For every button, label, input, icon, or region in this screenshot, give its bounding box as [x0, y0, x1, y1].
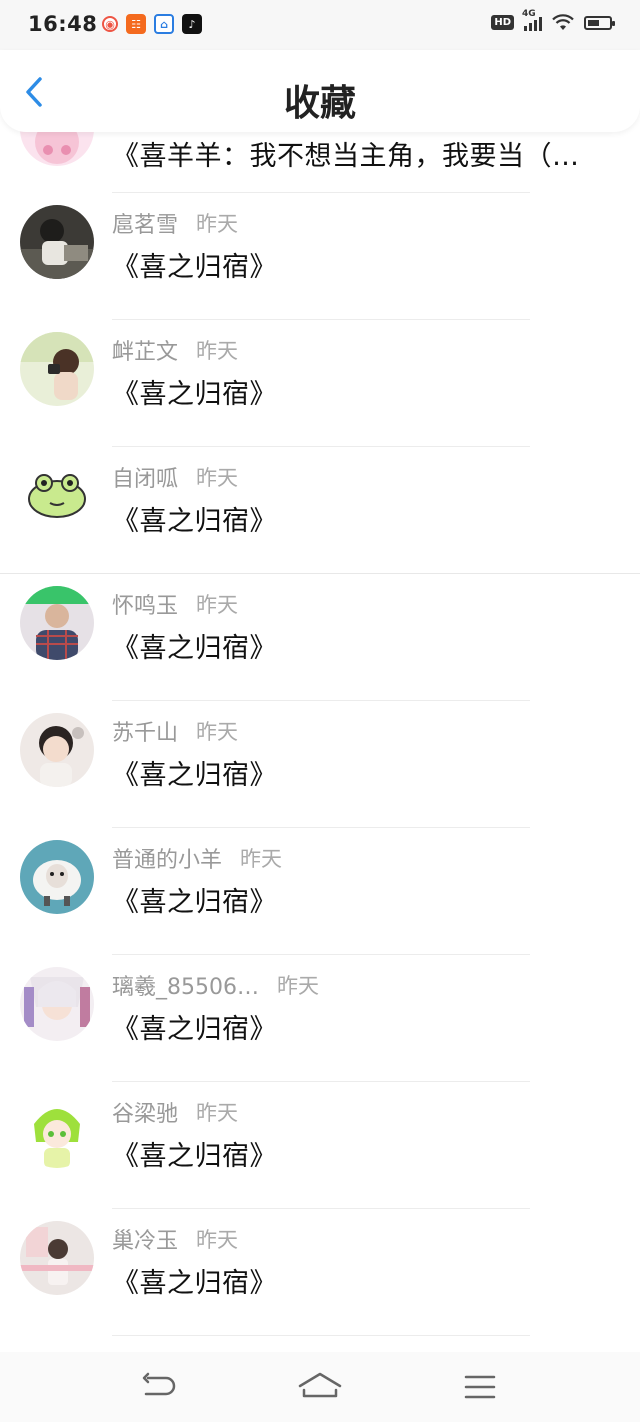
- list-item[interactable]: 衅芷文 昨天 《喜之归宿》: [0, 320, 640, 447]
- system-nav-bar: [0, 1352, 640, 1422]
- avatar[interactable]: [20, 967, 94, 1041]
- favorite-title: 《喜羊羊：我不想当主角，我要当（…: [112, 141, 580, 172]
- avatar[interactable]: [20, 840, 94, 914]
- network-type: 4G: [522, 8, 536, 19]
- favorite-title: 《喜之归宿》: [112, 1014, 277, 1045]
- battery-icon: [584, 15, 615, 30]
- tiktok-app-icon: ♪: [182, 14, 202, 34]
- wifi-icon: [552, 14, 574, 30]
- favorite-title: 《喜之归宿》: [112, 252, 277, 283]
- favorite-title: 《喜之归宿》: [112, 760, 277, 791]
- status-time: 16:48: [28, 12, 98, 36]
- author-name[interactable]: 巢冷玉: [112, 1223, 178, 1255]
- author-name[interactable]: 衅芷文: [112, 334, 178, 366]
- page-title: 收藏: [283, 83, 356, 124]
- nav-menu-button[interactable]: [458, 1370, 502, 1404]
- list-item[interactable]: 巢冷玉 昨天 《喜之归宿》: [0, 1209, 640, 1336]
- favorite-title: 《喜之归宿》: [112, 1141, 277, 1172]
- timestamp: 昨天: [196, 212, 239, 236]
- author-name[interactable]: 璃羲_85506…: [112, 969, 259, 1001]
- meta-row: 怀鸣玉 昨天: [112, 588, 238, 620]
- favorites-screen: 16:48 ◉ ☷ ⌂ ♪ HD 4G 收藏 《喜羊羊：我不想当主角，我要当（……: [0, 0, 640, 1422]
- nav-back-button[interactable]: [138, 1370, 182, 1404]
- avatar[interactable]: [20, 1221, 94, 1295]
- divider: [112, 1335, 530, 1336]
- avatar[interactable]: [20, 459, 94, 533]
- list-item[interactable]: 谷梁驰 昨天 《喜之归宿》: [0, 1082, 640, 1209]
- avatar[interactable]: [20, 1094, 94, 1168]
- timestamp: 昨天: [196, 466, 239, 490]
- list-item[interactable]: 璃羲_85506… 昨天 《喜之归宿》: [0, 955, 640, 1082]
- list-item[interactable]: 扈茗雪 昨天 《喜之归宿》: [0, 193, 640, 320]
- status-bar: 16:48 ◉ ☷ ⌂ ♪ HD 4G: [0, 0, 640, 50]
- meta-row: 谷梁驰 昨天: [112, 1096, 238, 1128]
- orange-app-icon: ☷: [126, 14, 146, 34]
- author-name[interactable]: 怀鸣玉: [112, 588, 178, 620]
- notification-icons: ◉ ☷ ⌂ ♪: [102, 14, 202, 34]
- favorite-title: 《喜之归宿》: [112, 506, 277, 537]
- favorite-title: 《喜之归宿》: [112, 633, 277, 664]
- hd-icon: HD: [491, 15, 514, 30]
- list-item[interactable]: 怀鸣玉 昨天 《喜之归宿》: [0, 574, 640, 701]
- avatar[interactable]: [20, 332, 94, 406]
- author-name[interactable]: 普通的小羊: [112, 842, 222, 874]
- meta-row: 普通的小羊 昨天: [112, 842, 282, 874]
- author-name[interactable]: 自闭呱: [112, 461, 178, 493]
- avatar[interactable]: [20, 586, 94, 660]
- meta-row: 巢冷玉 昨天: [112, 1223, 238, 1255]
- nav-home-button[interactable]: [298, 1370, 342, 1404]
- meta-row: 扈茗雪 昨天: [112, 207, 238, 239]
- system-icons: HD 4G: [491, 9, 615, 31]
- avatar[interactable]: [20, 205, 94, 279]
- timestamp: 昨天: [196, 593, 239, 617]
- timestamp: 昨天: [196, 1101, 239, 1125]
- meta-row: 自闭呱 昨天: [112, 461, 238, 493]
- timestamp: 昨天: [196, 339, 239, 363]
- favorite-title: 《喜之归宿》: [112, 379, 277, 410]
- author-name[interactable]: 扈茗雪: [112, 207, 178, 239]
- timestamp: 昨天: [240, 847, 283, 871]
- blue-app-icon: ⌂: [154, 14, 174, 34]
- list-item[interactable]: 自闭呱 昨天 《喜之归宿》: [0, 447, 640, 574]
- list-item[interactable]: 苏千山 昨天 《喜之归宿》: [0, 701, 640, 828]
- meta-row: 苏千山 昨天: [112, 715, 238, 747]
- list-item[interactable]: 普通的小羊 昨天 《喜之归宿》: [0, 828, 640, 955]
- favorite-title: 《喜之归宿》: [112, 1268, 277, 1299]
- author-name[interactable]: 谷梁驰: [112, 1096, 178, 1128]
- timestamp: 昨天: [196, 720, 239, 744]
- weibo-app-icon: ◉: [102, 16, 118, 32]
- timestamp: 昨天: [196, 1228, 239, 1252]
- favorite-title: 《喜之归宿》: [112, 887, 277, 918]
- favorites-list: 《喜羊羊：我不想当主角，我要当（… 扈茗雪 昨天 《喜之归宿》 衅芷文 昨天 《…: [0, 92, 640, 1336]
- author-name[interactable]: 苏千山: [112, 715, 178, 747]
- header-bar: 收藏: [0, 50, 640, 132]
- timestamp: 昨天: [277, 974, 319, 998]
- meta-row: 璃羲_85506… 昨天: [112, 969, 319, 1001]
- cellular-signal-icon: 4G: [522, 9, 542, 31]
- meta-row: 衅芷文 昨天: [112, 334, 238, 366]
- avatar[interactable]: [20, 713, 94, 787]
